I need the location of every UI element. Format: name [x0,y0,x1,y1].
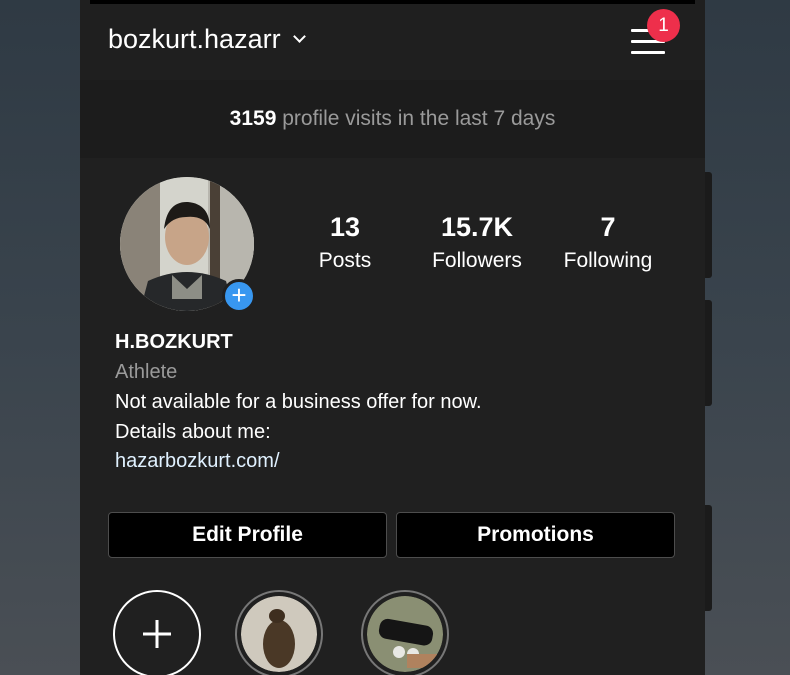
profile-category: Athlete [115,361,178,383]
phone-screen: bozkurt.hazarr 1 3159 profile visits in … [80,0,705,675]
story-highlight[interactable] [235,590,323,675]
highlight-thumbnail [241,596,317,672]
notification-badge: 1 [647,9,680,42]
account-switcher[interactable]: bozkurt.hazarr [108,24,306,55]
bio-line-1: Not available for a business offer for n… [115,391,482,413]
add-story-plus-icon[interactable]: + [222,279,256,313]
highlight-thumbnail [367,596,443,672]
stat-followers[interactable]: 15.7K Followers [423,212,531,273]
story-highlight[interactable] [361,590,449,675]
stat-following[interactable]: 7 Following [555,212,661,273]
new-highlight-button[interactable] [113,590,201,675]
followers-label: Followers [432,249,522,272]
visits-count: 3159 [229,107,277,130]
profile-visits-banner[interactable]: 3159 profile visits in the last 7 days [80,80,705,158]
username-label: bozkurt.hazarr [108,24,281,54]
posts-count: 13 [329,212,361,242]
screen-top-edge [90,0,695,4]
profile-header: bozkurt.hazarr 1 [80,0,705,80]
plus-icon [143,620,171,648]
profile-link[interactable]: hazarbozkurt.com/ [115,450,280,473]
visits-text: profile visits in the last 7 days [282,107,556,130]
following-label: Following [563,249,653,272]
promotions-button[interactable]: Promotions [396,512,675,558]
posts-label: Posts [318,249,372,272]
edit-profile-button[interactable]: Edit Profile [108,512,387,558]
chevron-down-icon [292,30,306,43]
bio-line-2: Details about me: [115,421,271,443]
stat-posts[interactable]: 13 Posts [295,212,395,273]
followers-count: 15.7K [440,212,514,242]
display-name: H.BOZKURT [115,331,233,353]
following-count: 7 [600,212,616,242]
